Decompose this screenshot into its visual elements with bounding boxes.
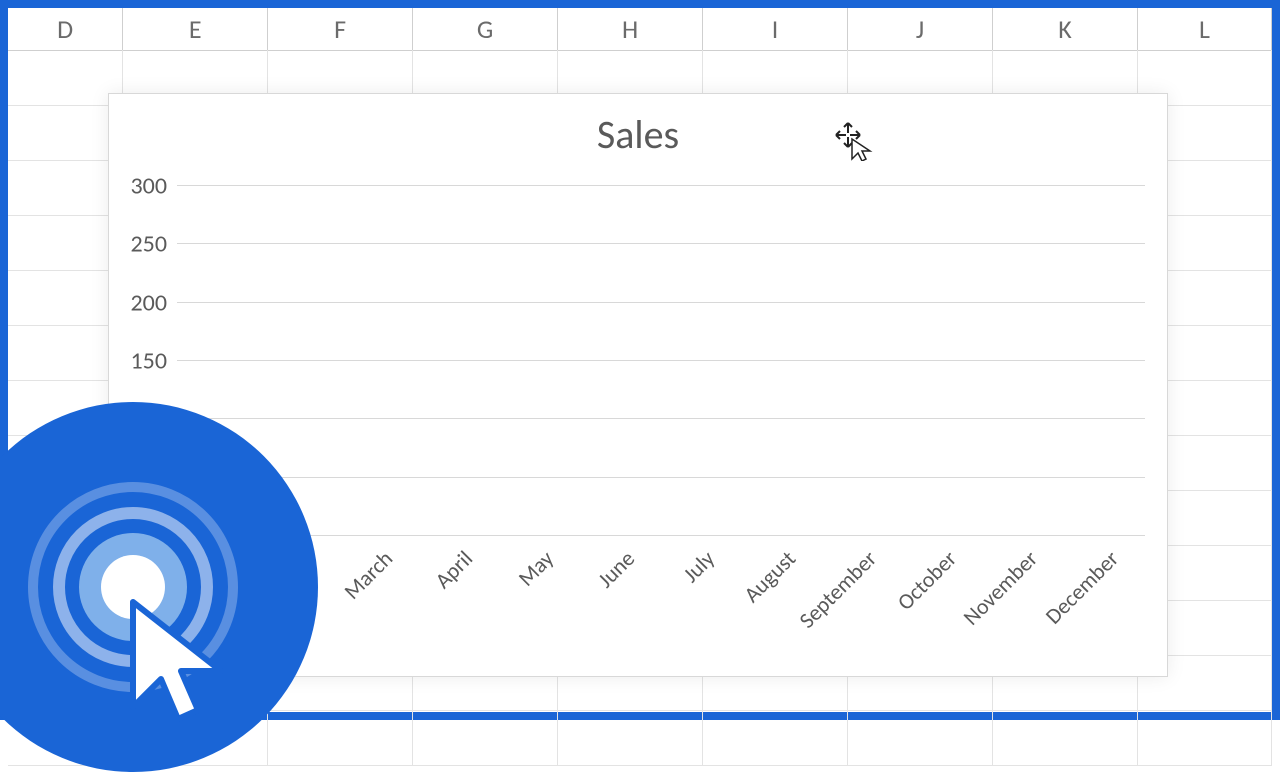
- y-tick-label: 150: [131, 347, 178, 376]
- x-label-slot: December: [1064, 545, 1145, 665]
- grid-cell[interactable]: [8, 270, 123, 325]
- grid-cell[interactable]: [848, 710, 993, 765]
- x-tick-label: March: [338, 545, 398, 605]
- chart-title: Sales: [109, 110, 1167, 159]
- column-header[interactable]: E: [123, 8, 268, 50]
- x-tick-label: August: [738, 545, 801, 608]
- x-tick-label: April: [430, 545, 479, 594]
- grid-cell[interactable]: [703, 710, 848, 765]
- plot-area: 050100150200250300: [177, 186, 1145, 536]
- column-header[interactable]: F: [268, 8, 413, 50]
- grid-cell[interactable]: [558, 710, 703, 765]
- grid-cell[interactable]: [413, 710, 558, 765]
- column-header[interactable]: K: [993, 8, 1138, 50]
- column-header[interactable]: G: [413, 8, 558, 50]
- app-frame: DEFGHIJKL Sales 050100150200250300 Janua…: [0, 0, 1280, 720]
- y-tick-label: 200: [131, 288, 178, 317]
- x-tick-label: June: [592, 545, 640, 593]
- cursor-icon: [123, 597, 243, 727]
- column-headers: DEFGHIJKL: [8, 8, 1272, 51]
- column-header[interactable]: D: [8, 8, 123, 50]
- grid-cell[interactable]: [8, 105, 123, 160]
- x-tick-label: July: [678, 545, 721, 588]
- grid-cell[interactable]: [8, 50, 123, 105]
- x-label-slot: April: [419, 545, 500, 665]
- grid-cell[interactable]: [1138, 710, 1272, 765]
- column-header[interactable]: J: [848, 8, 993, 50]
- grid-cell[interactable]: [8, 160, 123, 215]
- grid-cell[interactable]: [8, 325, 123, 380]
- x-label-slot: May: [500, 545, 581, 665]
- x-tick-label: October: [892, 545, 963, 616]
- x-axis-labels: JanuaryFebruaryMarchAprilMayJuneJulyAugu…: [177, 545, 1145, 665]
- column-header[interactable]: I: [703, 8, 848, 50]
- grid-cell[interactable]: [993, 710, 1138, 765]
- column-header[interactable]: H: [558, 8, 703, 50]
- y-tick-label: 250: [131, 230, 178, 259]
- x-label-slot: July: [661, 545, 742, 665]
- grid-cell[interactable]: [268, 710, 413, 765]
- y-tick-label: 300: [131, 172, 178, 201]
- column-header[interactable]: L: [1138, 8, 1272, 50]
- x-tick-label: May: [513, 545, 560, 592]
- bar-series: [177, 186, 1145, 536]
- x-label-slot: June: [580, 545, 661, 665]
- x-label-slot: March: [338, 545, 419, 665]
- x-label-slot: September: [822, 545, 903, 665]
- grid-cell[interactable]: [8, 215, 123, 270]
